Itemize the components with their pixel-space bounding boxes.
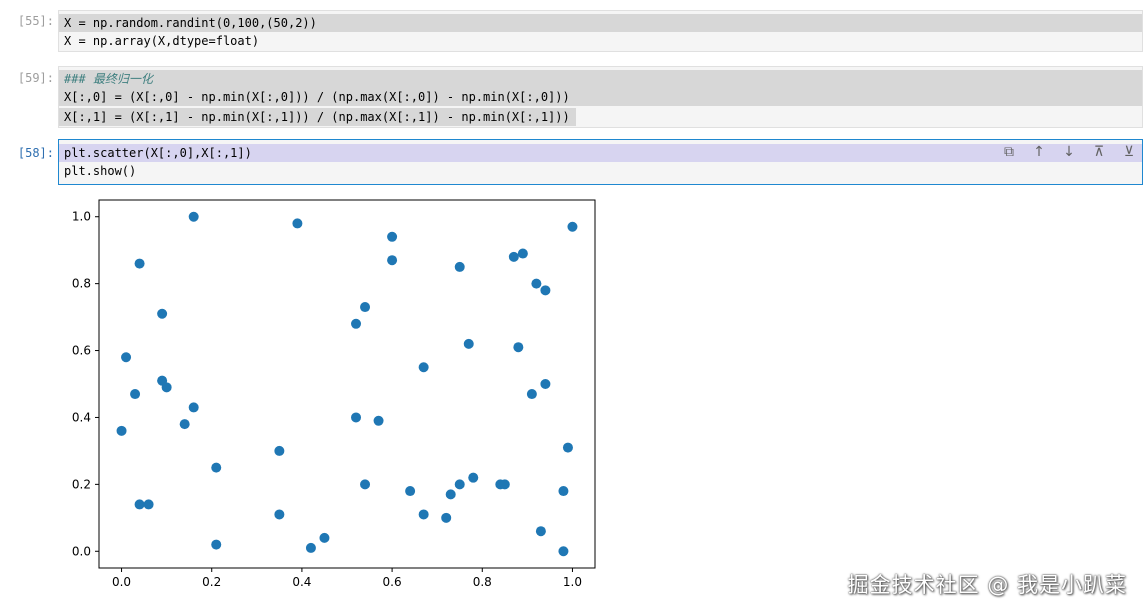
scatter-point <box>454 261 465 272</box>
scatter-point <box>558 486 569 497</box>
scatter-point <box>558 546 569 557</box>
scatter-point <box>274 509 285 520</box>
cell-prompt: [59]: <box>17 71 54 85</box>
x-tick-label: 0.6 <box>383 575 402 589</box>
code-editor[interactable]: plt.scatter(X[:,0],X[:,1]) plt.show() ⧉ … <box>58 139 1143 185</box>
scatter-point <box>445 489 456 500</box>
scatter-point <box>540 285 551 296</box>
insert-below-icon[interactable]: ⊻ <box>1118 142 1140 162</box>
scatter-point <box>351 412 362 423</box>
y-tick-label: 0.6 <box>72 344 91 358</box>
scatter-point <box>405 486 416 497</box>
scatter-point <box>305 542 316 553</box>
code-line[interactable]: plt.show() <box>59 162 1142 180</box>
cell-toolbar: ⧉ ↑ ↓ ⊼ ⊻ <box>998 142 1142 162</box>
scatter-point <box>157 308 168 319</box>
scatter-point <box>130 389 141 400</box>
scatter-point <box>188 211 199 222</box>
move-down-icon[interactable]: ↓ <box>1058 142 1080 162</box>
scatter-point <box>292 218 303 229</box>
code-cell-55[interactable]: [55]: X = np.random.randint(0,100,(50,2)… <box>0 8 1143 54</box>
scatter-point <box>143 499 154 510</box>
scatter-point <box>179 419 190 430</box>
scatter-point <box>319 532 330 543</box>
cell-prompt: [58]: <box>17 146 54 160</box>
code-line[interactable]: plt.scatter(X[:,0],X[:,1]) <box>59 144 1142 162</box>
x-tick-label: 0.4 <box>292 575 311 589</box>
scatter-point <box>418 509 429 520</box>
scatter-point <box>161 382 172 393</box>
scatter-point <box>360 302 371 313</box>
scatter-point <box>373 415 384 426</box>
x-tick-label: 0.8 <box>473 575 492 589</box>
y-tick-label: 0.8 <box>72 277 91 291</box>
scatter-point <box>513 342 524 353</box>
watermark: 掘金技术社区 @ 我是小趴菜 <box>847 573 1127 597</box>
code-editor[interactable]: X = np.random.randint(0,100,(50,2)) X = … <box>58 10 1143 52</box>
code-line[interactable]: X = np.random.randint(0,100,(50,2)) <box>59 14 1142 32</box>
scatter-point <box>526 389 537 400</box>
notebook-page: [55]: X = np.random.randint(0,100,(50,2)… <box>0 0 1143 615</box>
x-tick-label: 1.0 <box>563 575 582 589</box>
scatter-point <box>468 472 479 483</box>
scatter-point <box>211 539 222 550</box>
scatter-point <box>134 499 145 510</box>
scatter-point <box>517 248 528 259</box>
scatter-point <box>387 231 398 242</box>
code-line[interactable]: X = np.array(X,dtype=float) <box>59 32 1142 50</box>
scatter-point <box>567 221 578 232</box>
scatter-point <box>499 479 510 490</box>
y-tick-label: 0.2 <box>72 477 91 491</box>
x-tick-label: 0.0 <box>112 575 131 589</box>
code-editor[interactable]: ### 最终归一化 X[:,0] = (X[:,0] - np.min(X[:,… <box>58 66 1143 128</box>
code-cell-58[interactable]: [58]: plt.scatter(X[:,0],X[:,1]) plt.sho… <box>0 138 1143 186</box>
scatter-point <box>360 479 371 490</box>
code-line[interactable]: X[:,1] = (X[:,1] - np.min(X[:,1])) / (np… <box>59 108 576 126</box>
move-up-icon[interactable]: ↑ <box>1028 142 1050 162</box>
duplicate-icon[interactable]: ⧉ <box>998 142 1020 162</box>
scatter-point <box>441 512 452 523</box>
scatter-point <box>387 255 398 266</box>
cell-prompt: [55]: <box>17 14 54 28</box>
scatter-point <box>134 258 145 269</box>
scatter-point <box>211 462 222 473</box>
scatter-point <box>418 362 429 373</box>
scatter-point <box>274 445 285 456</box>
scatter-plot: 0.0 0.2 0.4 0.6 0.8 1.0 0.0 0.2 0.4 0.6 0.8 1.0 <box>72 199 596 589</box>
scatter-point <box>531 278 542 289</box>
y-tick-label: 0.0 <box>72 544 91 558</box>
scatter-point <box>121 352 132 363</box>
scatter-plot-output: 0.0 0.2 0.4 0.6 0.8 1.0 0.0 0.2 0.4 0.6 0.8 1.0 <box>58 193 618 593</box>
scatter-point <box>116 425 127 436</box>
scatter-point <box>540 379 551 389</box>
code-line[interactable]: X[:,0] = (X[:,0] - np.min(X[:,0])) / (np… <box>59 88 1142 106</box>
scatter-point <box>188 402 199 413</box>
code-comment-line[interactable]: ### 最终归一化 <box>59 70 1142 88</box>
scatter-point <box>535 526 546 537</box>
scatter-point <box>351 318 362 329</box>
y-tick-label: 0.4 <box>72 410 91 424</box>
scatter-point <box>463 338 474 349</box>
x-tick-label: 0.2 <box>202 575 221 589</box>
scatter-point <box>454 479 465 490</box>
scatter-point <box>562 442 573 453</box>
scatter-point <box>508 251 519 262</box>
code-cell-59[interactable]: [59]: ### 最终归一化 X[:,0] = (X[:,0] - np.mi… <box>0 64 1143 130</box>
y-tick-label: 1.0 <box>72 210 91 224</box>
insert-above-icon[interactable]: ⊼ <box>1088 142 1110 162</box>
